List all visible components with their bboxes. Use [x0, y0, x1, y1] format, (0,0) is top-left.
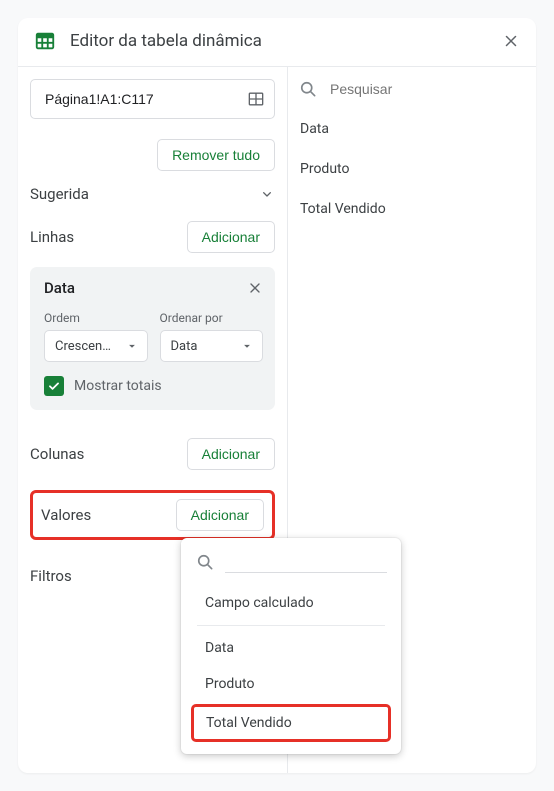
row-field-card: Data Ordem Crescen…	[30, 267, 275, 410]
select-range-icon[interactable]	[246, 89, 266, 109]
search-icon	[298, 79, 318, 99]
sort-by-value: Data	[171, 339, 198, 354]
row-field-name: Data	[44, 279, 75, 297]
field-search-row	[298, 75, 526, 109]
field-list: Data Produto Total Vendido	[298, 109, 526, 229]
order-select[interactable]: Crescen…	[44, 330, 148, 362]
suggested-section[interactable]: Sugerida	[30, 185, 275, 203]
show-totals-label: Mostrar totais	[74, 378, 162, 394]
dropdown-search-row	[181, 546, 401, 581]
order-label: Ordem	[44, 311, 148, 325]
caret-down-icon	[240, 339, 254, 353]
dropdown-option[interactable]: Total Vendido	[191, 704, 391, 742]
dropdown-option[interactable]: Produto	[181, 666, 401, 702]
data-range-input-row	[30, 79, 275, 119]
remove-all-button[interactable]: Remover tudo	[157, 139, 275, 171]
close-icon[interactable]	[502, 32, 520, 50]
field-search-input[interactable]	[328, 80, 526, 98]
show-totals-row: Mostrar totais	[44, 376, 263, 396]
dropdown-option-highlight: Total Vendido	[191, 704, 391, 742]
rows-add-button[interactable]: Adicionar	[187, 221, 275, 253]
rows-title: Linhas	[30, 228, 74, 246]
rows-section-header: Linhas Adicionar	[30, 221, 275, 253]
sort-by-label: Ordenar por	[160, 311, 264, 325]
panel-title: Editor da tabela dinâmica	[70, 31, 502, 51]
sort-by-select[interactable]: Data	[160, 330, 264, 362]
filters-title: Filtros	[30, 567, 72, 585]
values-section-header: Valores Adicionar	[41, 499, 264, 531]
values-add-dropdown: Campo calculado Data Produto Total Vendi…	[181, 538, 401, 754]
show-totals-checkbox[interactable]	[44, 376, 64, 396]
remove-field-icon[interactable]	[247, 280, 263, 296]
columns-add-button[interactable]: Adicionar	[187, 438, 275, 470]
chevron-down-icon[interactable]	[259, 186, 275, 202]
columns-section-header: Colunas Adicionar	[30, 438, 275, 470]
field-item[interactable]: Produto	[298, 149, 526, 189]
data-range-input[interactable]	[43, 90, 246, 108]
columns-title: Colunas	[30, 445, 84, 463]
order-value: Crescen…	[55, 339, 111, 354]
suggested-label: Sugerida	[30, 185, 89, 203]
dropdown-option[interactable]: Data	[181, 630, 401, 666]
values-section-highlight: Valores Adicionar	[30, 490, 275, 540]
search-icon	[195, 552, 215, 572]
caret-down-icon	[125, 339, 139, 353]
calculated-field-option[interactable]: Campo calculado	[181, 581, 401, 621]
panel-header: Editor da tabela dinâmica	[18, 18, 536, 66]
pivot-table-icon	[34, 30, 56, 52]
field-item[interactable]: Data	[298, 109, 526, 149]
values-title: Valores	[41, 506, 91, 524]
dropdown-search-input[interactable]	[225, 550, 387, 573]
remove-all-row: Remover tudo	[30, 139, 275, 171]
field-item[interactable]: Total Vendido	[298, 189, 526, 229]
values-add-button[interactable]: Adicionar	[176, 499, 264, 531]
divider	[197, 625, 385, 626]
